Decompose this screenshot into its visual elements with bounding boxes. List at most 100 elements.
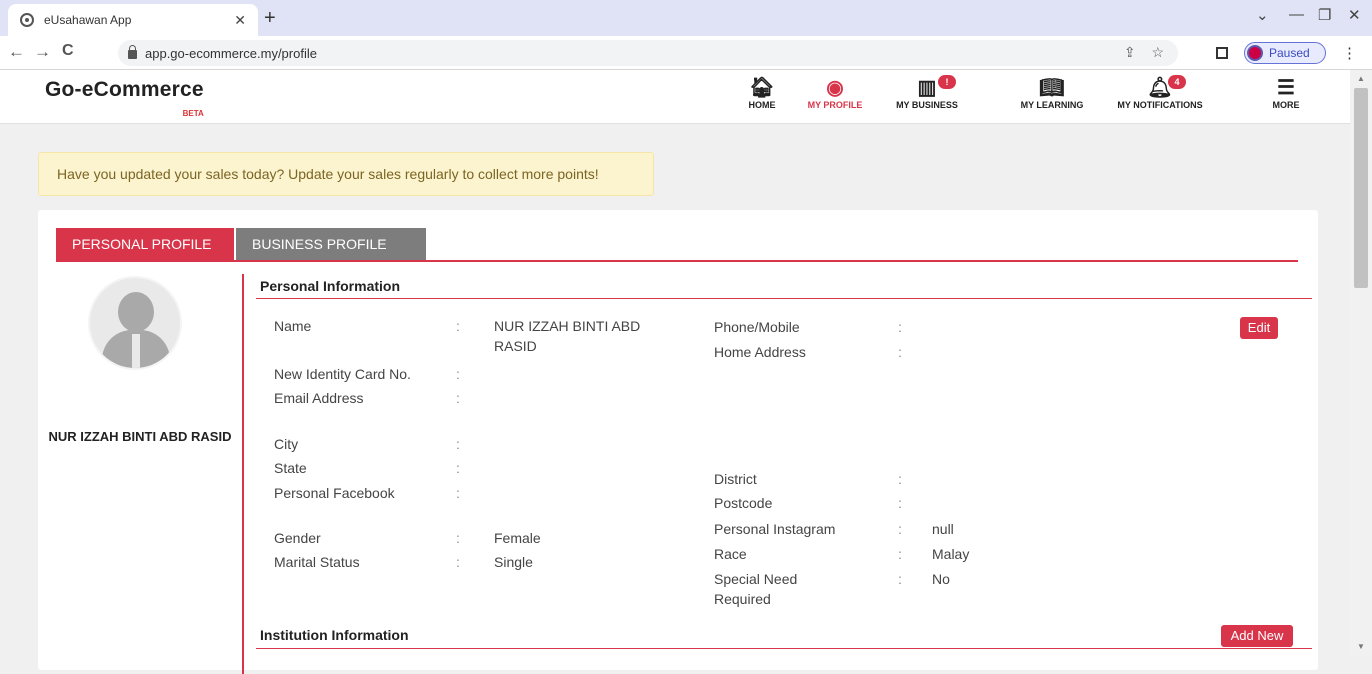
scrollbar-thumb[interactable] — [1354, 88, 1368, 288]
address-label: Home Address — [714, 344, 806, 360]
profile-avatar-icon — [1247, 45, 1263, 61]
profile-paused-button[interactable]: Paused — [1244, 42, 1326, 64]
nav-profile-label: MY PROFILE — [807, 100, 863, 110]
race-label: Race — [714, 546, 747, 562]
home-icon: 🏠︎ — [749, 77, 775, 99]
tab-search-icon[interactable]: ⌄ — [1256, 6, 1269, 24]
minimize-icon[interactable]: — — [1289, 6, 1304, 23]
avatar-head-icon — [118, 292, 154, 332]
book-icon: 📖︎ — [1039, 77, 1065, 99]
logo-text: Go-eCommerce — [45, 78, 204, 101]
nav-notifications-label: MY NOTIFICATIONS — [1117, 100, 1203, 110]
colon: : — [898, 319, 902, 335]
restore-icon[interactable]: ❐ — [1318, 6, 1331, 24]
city-label: City — [274, 436, 299, 452]
nav-learning-label: MY LEARNING — [1020, 100, 1084, 110]
name-value: NUR IZZAH BINTI ABD RASID — [494, 318, 641, 354]
race-value: Malay — [932, 546, 970, 562]
state-label: State — [274, 460, 307, 476]
profile-status-label: Paused — [1269, 46, 1310, 60]
institution-info-title: Institution Information — [260, 627, 409, 643]
back-icon[interactable]: ← — [8, 42, 25, 62]
nav-more[interactable]: ☰ MORE — [1266, 76, 1306, 110]
reload-icon[interactable]: C — [62, 42, 74, 60]
site-favicon-icon — [20, 13, 34, 27]
page-scrollbar[interactable]: ▲ ▼ — [1350, 70, 1372, 656]
bookmark-star-icon[interactable]: ☆ — [1151, 44, 1164, 60]
nav-my-business[interactable]: ▥! MY BUSINESS — [890, 75, 964, 110]
nav-more-label: MORE — [1272, 100, 1300, 110]
forward-icon[interactable]: → — [34, 42, 51, 62]
section-divider — [256, 298, 1312, 299]
instagram-label: Personal Instagram — [714, 521, 836, 537]
sales-reminder-alert: Have you updated your sales today? Updat… — [38, 152, 654, 196]
colon: : — [898, 344, 902, 360]
colon: : — [456, 530, 460, 546]
nav-my-profile[interactable]: ◉ MY PROFILE — [800, 76, 870, 110]
gender-value: Female — [494, 530, 541, 546]
postcode-label: Postcode — [714, 495, 773, 511]
ic-label: New Identity Card No. — [274, 366, 411, 382]
colon: : — [898, 571, 902, 587]
nav-my-learning[interactable]: 📖︎ MY LEARNING — [1012, 76, 1092, 110]
colon: : — [898, 495, 902, 511]
site-header: Go-eCommerce BETA 🏠︎ HOME ◉ MY PROFILE ▥… — [0, 70, 1350, 124]
phone-label: Phone/Mobile — [714, 319, 800, 335]
district-label: District — [714, 471, 757, 487]
browser-menu-icon[interactable]: ⋮ — [1342, 44, 1357, 62]
name-label: Name — [274, 318, 312, 334]
vertical-divider — [242, 274, 244, 674]
avatar-tie-icon — [132, 334, 140, 368]
colon: : — [456, 485, 460, 501]
window-close-icon[interactable]: ✕ — [1348, 6, 1361, 24]
colon: : — [898, 471, 902, 487]
nav-business-label: MY BUSINESS — [896, 100, 958, 110]
avatar — [88, 276, 182, 370]
bell-icon: 🔔︎ 4 — [1110, 75, 1210, 100]
instagram-value: null — [932, 521, 954, 537]
nav-my-notifications[interactable]: 🔔︎ 4 MY NOTIFICATIONS — [1110, 75, 1210, 110]
colon: : — [898, 521, 902, 537]
beta-badge: BETA — [182, 109, 204, 118]
scroll-up-icon[interactable]: ▲ — [1357, 74, 1365, 83]
add-new-button[interactable]: Add New — [1221, 625, 1293, 647]
side-panel-icon[interactable] — [1216, 47, 1228, 59]
site-logo[interactable]: Go-eCommerce BETA — [45, 78, 204, 118]
address-bar[interactable]: app.go-ecommerce.my/profile ⇪ ☆ — [118, 40, 1178, 66]
close-tab-icon[interactable]: ✕ — [234, 12, 246, 29]
user-circle-icon: ◉ — [826, 77, 844, 99]
browser-tab-title: eUsahawan App — [44, 13, 132, 27]
facebook-label: Personal Facebook — [274, 485, 395, 501]
colon: : — [456, 390, 460, 406]
gender-label: Gender — [274, 530, 321, 546]
profile-display-name: NUR IZZAH BINTI ABD RASID — [48, 429, 232, 444]
nav-home-label: HOME — [748, 100, 776, 110]
colon: : — [898, 546, 902, 562]
special-need-value: No — [932, 571, 950, 587]
browser-tab[interactable]: eUsahawan App ✕ — [8, 4, 258, 36]
lock-icon — [128, 44, 137, 59]
profile-card: PERSONAL PROFILE BUSINESS PROFILE NUR IZ… — [38, 210, 1318, 674]
edit-button[interactable]: Edit — [1240, 317, 1278, 339]
url-text: app.go-ecommerce.my/profile — [145, 45, 317, 61]
colon: : — [456, 366, 460, 382]
hamburger-menu-icon: ☰ — [1277, 77, 1295, 99]
share-icon[interactable]: ⇪ — [1124, 44, 1136, 60]
colon: : — [456, 318, 460, 334]
scroll-down-icon[interactable]: ▼ — [1357, 642, 1365, 651]
profile-tabs: PERSONAL PROFILE BUSINESS PROFILE — [56, 228, 1298, 262]
personal-info-title: Personal Information — [260, 278, 401, 294]
tab-business-profile[interactable]: BUSINESS PROFILE — [236, 228, 426, 260]
browser-tabbar: eUsahawan App ✕ + ⌄ — ❐ ✕ — [0, 0, 1372, 36]
section-divider — [256, 648, 1312, 649]
new-tab-icon[interactable]: + — [264, 6, 276, 30]
colon: : — [456, 460, 460, 476]
tab-personal-profile[interactable]: PERSONAL PROFILE — [56, 228, 234, 260]
nav-home[interactable]: 🏠︎ HOME — [742, 76, 782, 110]
notification-count-badge: 4 — [1168, 75, 1186, 89]
email-label: Email Address — [274, 390, 364, 406]
special-need-label: Special Need Required — [714, 571, 798, 607]
business-alert-badge: ! — [938, 75, 956, 89]
browser-toolbar: ← → C app.go-ecommerce.my/profile ⇪ ☆ Pa… — [0, 36, 1372, 70]
bar-chart-icon: ▥! — [890, 75, 964, 100]
